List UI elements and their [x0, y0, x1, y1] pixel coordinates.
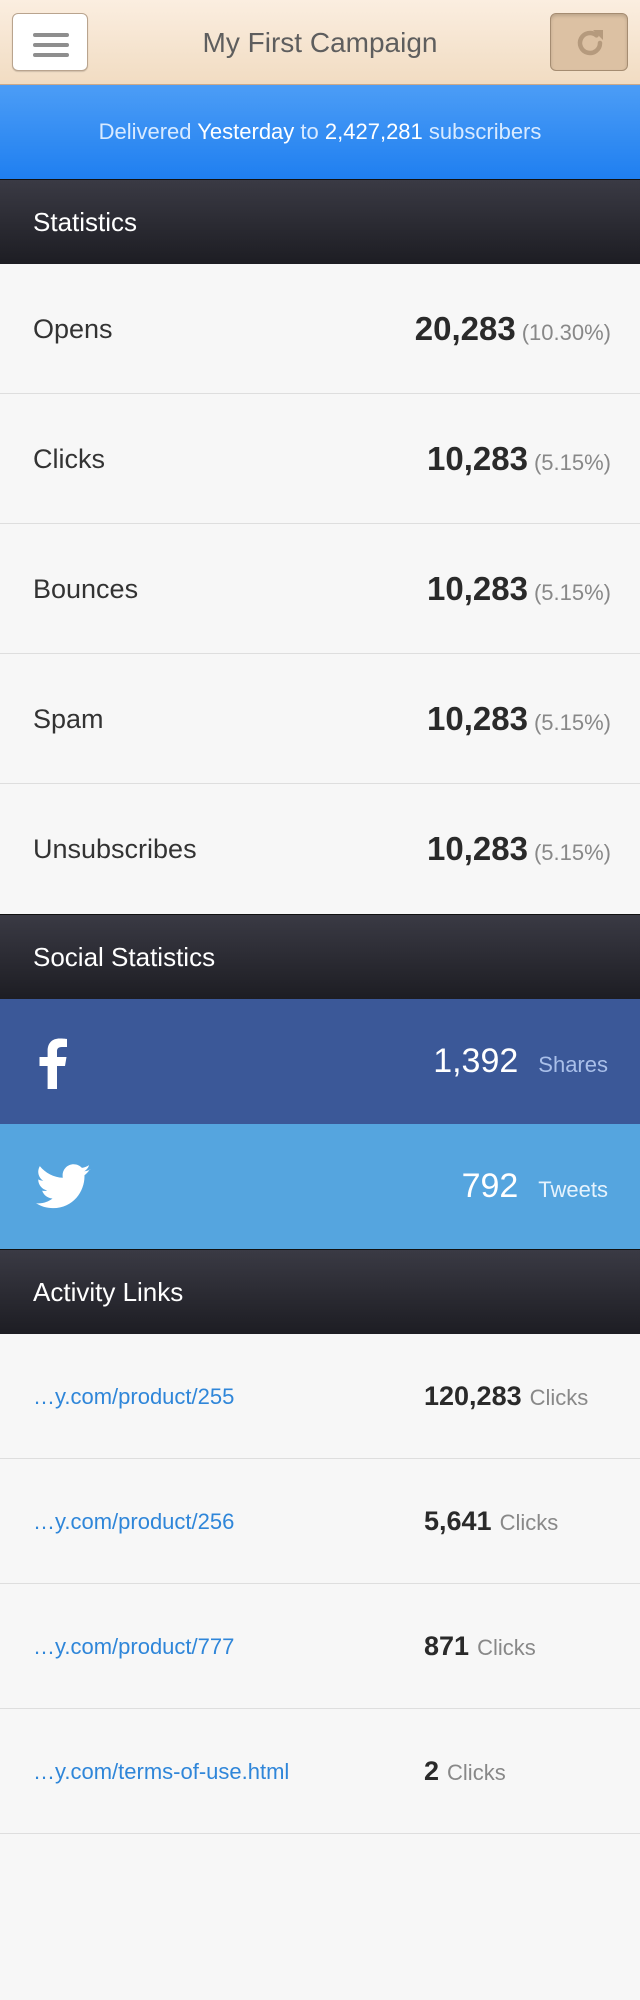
delivery-suffix: subscribers: [428, 119, 542, 144]
click-unit: Clicks: [477, 1635, 536, 1660]
stat-value: 10,283 (5.15%): [427, 784, 611, 921]
twitter-row[interactable]: 792 Tweets: [0, 1124, 640, 1249]
top-bar: My First Campaign: [0, 0, 640, 85]
activity-link-clicks: 5,641 Clicks: [424, 1459, 558, 1588]
click-count: 871: [424, 1631, 470, 1661]
stat-percent: (10.30%): [521, 320, 611, 345]
stat-label: Spam: [33, 704, 104, 734]
hamburger-icon: [33, 33, 69, 63]
activity-links-header: Activity Links: [0, 1249, 640, 1334]
twitter-stats: 792 Tweets: [462, 1124, 608, 1255]
activity-link-clicks: 871 Clicks: [424, 1584, 536, 1713]
stat-count: 20,283: [414, 310, 516, 347]
stat-count: 10,283: [427, 570, 528, 607]
stat-row-bounces[interactable]: Bounces 10,283 (5.15%): [0, 524, 640, 654]
twitter-icon: [36, 1164, 91, 1209]
click-count: 120,283: [424, 1381, 522, 1411]
facebook-share-unit: Shares: [538, 1052, 608, 1077]
stat-percent: (5.15%): [533, 840, 611, 865]
stat-percent: (5.15%): [533, 710, 611, 735]
stat-value: 10,283 (5.15%): [427, 524, 611, 661]
activity-link-clicks: 2 Clicks: [424, 1709, 506, 1838]
stat-value: 10,283 (5.15%): [427, 394, 611, 531]
social-statistics-header: Social Statistics: [0, 914, 640, 999]
activity-link[interactable]: …y.com/product/255: [33, 1334, 234, 1459]
activity-link-row: …y.com/product/256 5,641 Clicks: [0, 1459, 640, 1584]
click-unit: Clicks: [499, 1510, 559, 1535]
activity-link-clicks: 120,283 Clicks: [424, 1334, 588, 1463]
activity-link[interactable]: …y.com/product/256: [33, 1459, 234, 1584]
delivery-banner: Delivered Yesterday to 2,427,281 subscri…: [0, 85, 640, 179]
refresh-icon: [577, 30, 603, 56]
delivery-when: Yesterday: [197, 119, 295, 144]
stat-count: 10,283: [427, 440, 528, 477]
stat-value: 20,283 (10.30%): [415, 264, 611, 401]
stat-label: Clicks: [33, 444, 105, 474]
twitter-tweet-count: 792: [461, 1167, 519, 1205]
stat-row-clicks[interactable]: Clicks 10,283 (5.15%): [0, 394, 640, 524]
stat-row-unsubscribes[interactable]: Unsubscribes 10,283 (5.15%): [0, 784, 640, 914]
click-unit: Clicks: [529, 1385, 589, 1410]
activity-link-row: …y.com/terms-of-use.html 2 Clicks: [0, 1709, 640, 1834]
stat-label: Bounces: [33, 574, 139, 604]
stat-row-spam[interactable]: Spam 10,283 (5.15%): [0, 654, 640, 784]
click-count: 5,641: [424, 1506, 492, 1536]
facebook-share-count: 1,392: [433, 1042, 519, 1080]
delivery-prefix: Delivered: [98, 119, 192, 144]
facebook-stats: 1,392 Shares: [433, 999, 608, 1130]
delivery-to: to: [300, 119, 319, 144]
activity-link[interactable]: …y.com/terms-of-use.html: [33, 1709, 289, 1834]
refresh-button[interactable]: [550, 13, 628, 71]
stat-percent: (5.15%): [533, 450, 611, 475]
statistics-header: Statistics: [0, 179, 640, 264]
menu-button[interactable]: [12, 13, 88, 71]
stat-row-opens[interactable]: Opens 20,283 (10.30%): [0, 264, 640, 394]
page-title: My First Campaign: [202, 27, 438, 58]
stat-label: Unsubscribes: [33, 834, 197, 864]
activity-link[interactable]: …y.com/product/777: [33, 1584, 234, 1709]
activity-link-row: …y.com/product/777 871 Clicks: [0, 1584, 640, 1709]
stat-label: Opens: [33, 314, 113, 344]
stat-value: 10,283 (5.15%): [427, 654, 611, 791]
facebook-row[interactable]: 1,392 Shares: [0, 999, 640, 1124]
click-unit: Clicks: [447, 1760, 506, 1785]
stat-percent: (5.15%): [533, 580, 611, 605]
click-count: 2: [424, 1756, 440, 1786]
stat-count: 10,283: [427, 830, 528, 867]
twitter-tweet-unit: Tweets: [538, 1177, 608, 1202]
subscriber-count: 2,427,281: [324, 119, 423, 144]
stat-count: 10,283: [427, 700, 528, 737]
facebook-icon: [39, 1038, 67, 1089]
activity-link-row: …y.com/product/255 120,283 Clicks: [0, 1334, 640, 1459]
